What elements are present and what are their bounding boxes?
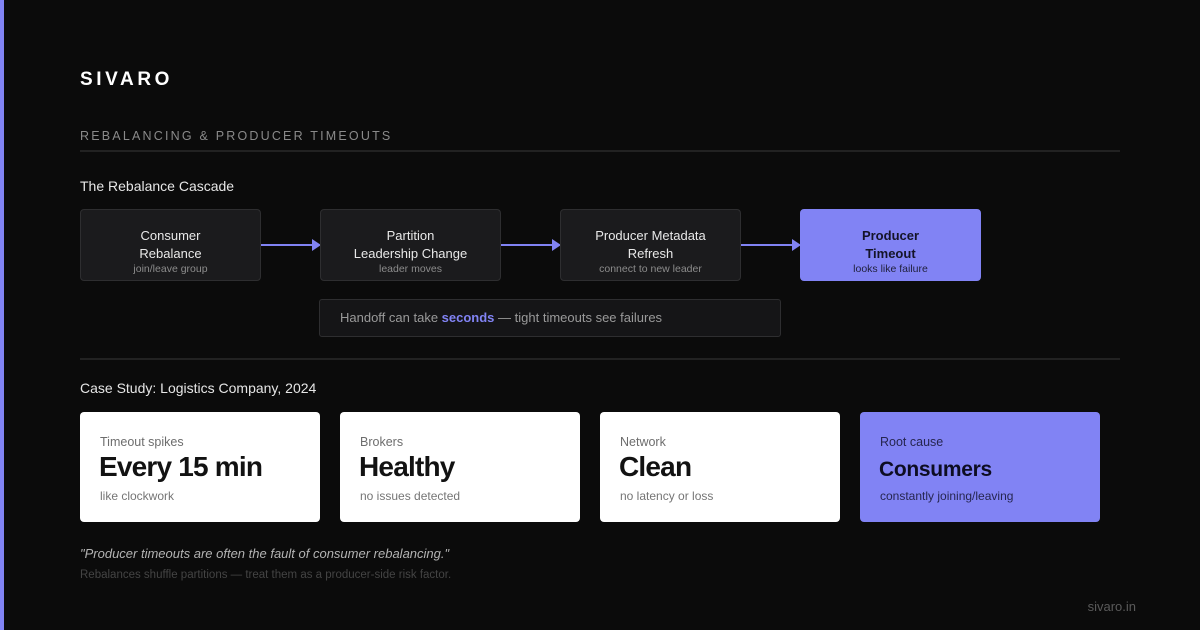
stat-description: constantly joining/leaving [880, 489, 1014, 503]
case-study-title: Case Study: Logistics Company, 2024 [80, 380, 317, 396]
stat-description: like clockwork [100, 489, 175, 503]
step-subtitle: looks like failure [853, 263, 928, 275]
step-title-line1: Consumer [140, 228, 201, 243]
step-title-line1: Partition [386, 228, 435, 243]
step-title-line1: Producer [861, 228, 920, 243]
divider-top [80, 150, 1120, 152]
note-text-after: — tight timeouts see failures [494, 310, 663, 325]
step-title-line1: Producer Metadata [595, 228, 706, 243]
stat-value: Clean [619, 451, 692, 482]
step-subtitle: join/leave group [133, 263, 208, 275]
brand-logo: SIVARO [80, 69, 174, 90]
stat-value: Every 15 min [99, 451, 263, 482]
cascade-step-producer-metadata-refresh: Producer Metadata Refresh connect to new… [560, 209, 741, 281]
cascade-step-partition-leadership-change: Partition Leadership Change leader moves [320, 209, 501, 281]
stat-label: Root cause [880, 435, 944, 449]
cascade-arrow [501, 239, 561, 251]
cascade-arrow [741, 239, 801, 251]
stat-value: Consumers [879, 458, 992, 481]
footnote-text: Rebalances shuffle partitions — treat th… [80, 569, 452, 581]
step-title-line2: Refresh [627, 246, 674, 261]
stat-description: no issues detected [360, 489, 461, 503]
left-accent-bar [0, 0, 4, 630]
cascade-step-consumer-rebalance: Consumer Rebalance join/leave group [80, 209, 261, 281]
step-subtitle: connect to new leader [599, 263, 702, 275]
stat-label: Timeout spikes [100, 435, 184, 449]
section-title: REBALANCING & PRODUCER TIMEOUTS [80, 129, 393, 143]
note-highlight: seconds [441, 310, 495, 325]
stat-value: Healthy [359, 451, 455, 482]
stat-label: Brokers [360, 435, 404, 449]
site-url: sivaro.in [1087, 599, 1136, 614]
step-title-line2: Leadership Change [353, 246, 468, 261]
stat-description: no latency or loss [620, 489, 714, 503]
cascade-title: The Rebalance Cascade [80, 178, 235, 194]
divider-middle [80, 358, 1120, 360]
step-title-line2: Timeout [865, 246, 916, 261]
note-text-before: Handoff can take [340, 310, 442, 325]
stat-card-timeout-spikes: Timeout spikes Every 15 min like clockwo… [80, 412, 320, 522]
cascade-arrow [261, 239, 321, 251]
quote-text: "Producer timeouts are often the fault o… [80, 546, 450, 561]
handoff-note: Handoff can take seconds — tight timeout… [319, 299, 781, 337]
stat-card-network: Network Clean no latency or loss [600, 412, 840, 522]
step-title-line2: Rebalance [139, 246, 202, 261]
step-subtitle: leader moves [378, 263, 443, 275]
stat-card-brokers: Brokers Healthy no issues detected [340, 412, 580, 522]
stat-label: Network [620, 435, 666, 449]
cascade-step-producer-timeout: Producer Timeout looks like failure [800, 209, 981, 281]
stat-card-root-cause: Root cause Consumers constantly joining/… [860, 412, 1100, 522]
